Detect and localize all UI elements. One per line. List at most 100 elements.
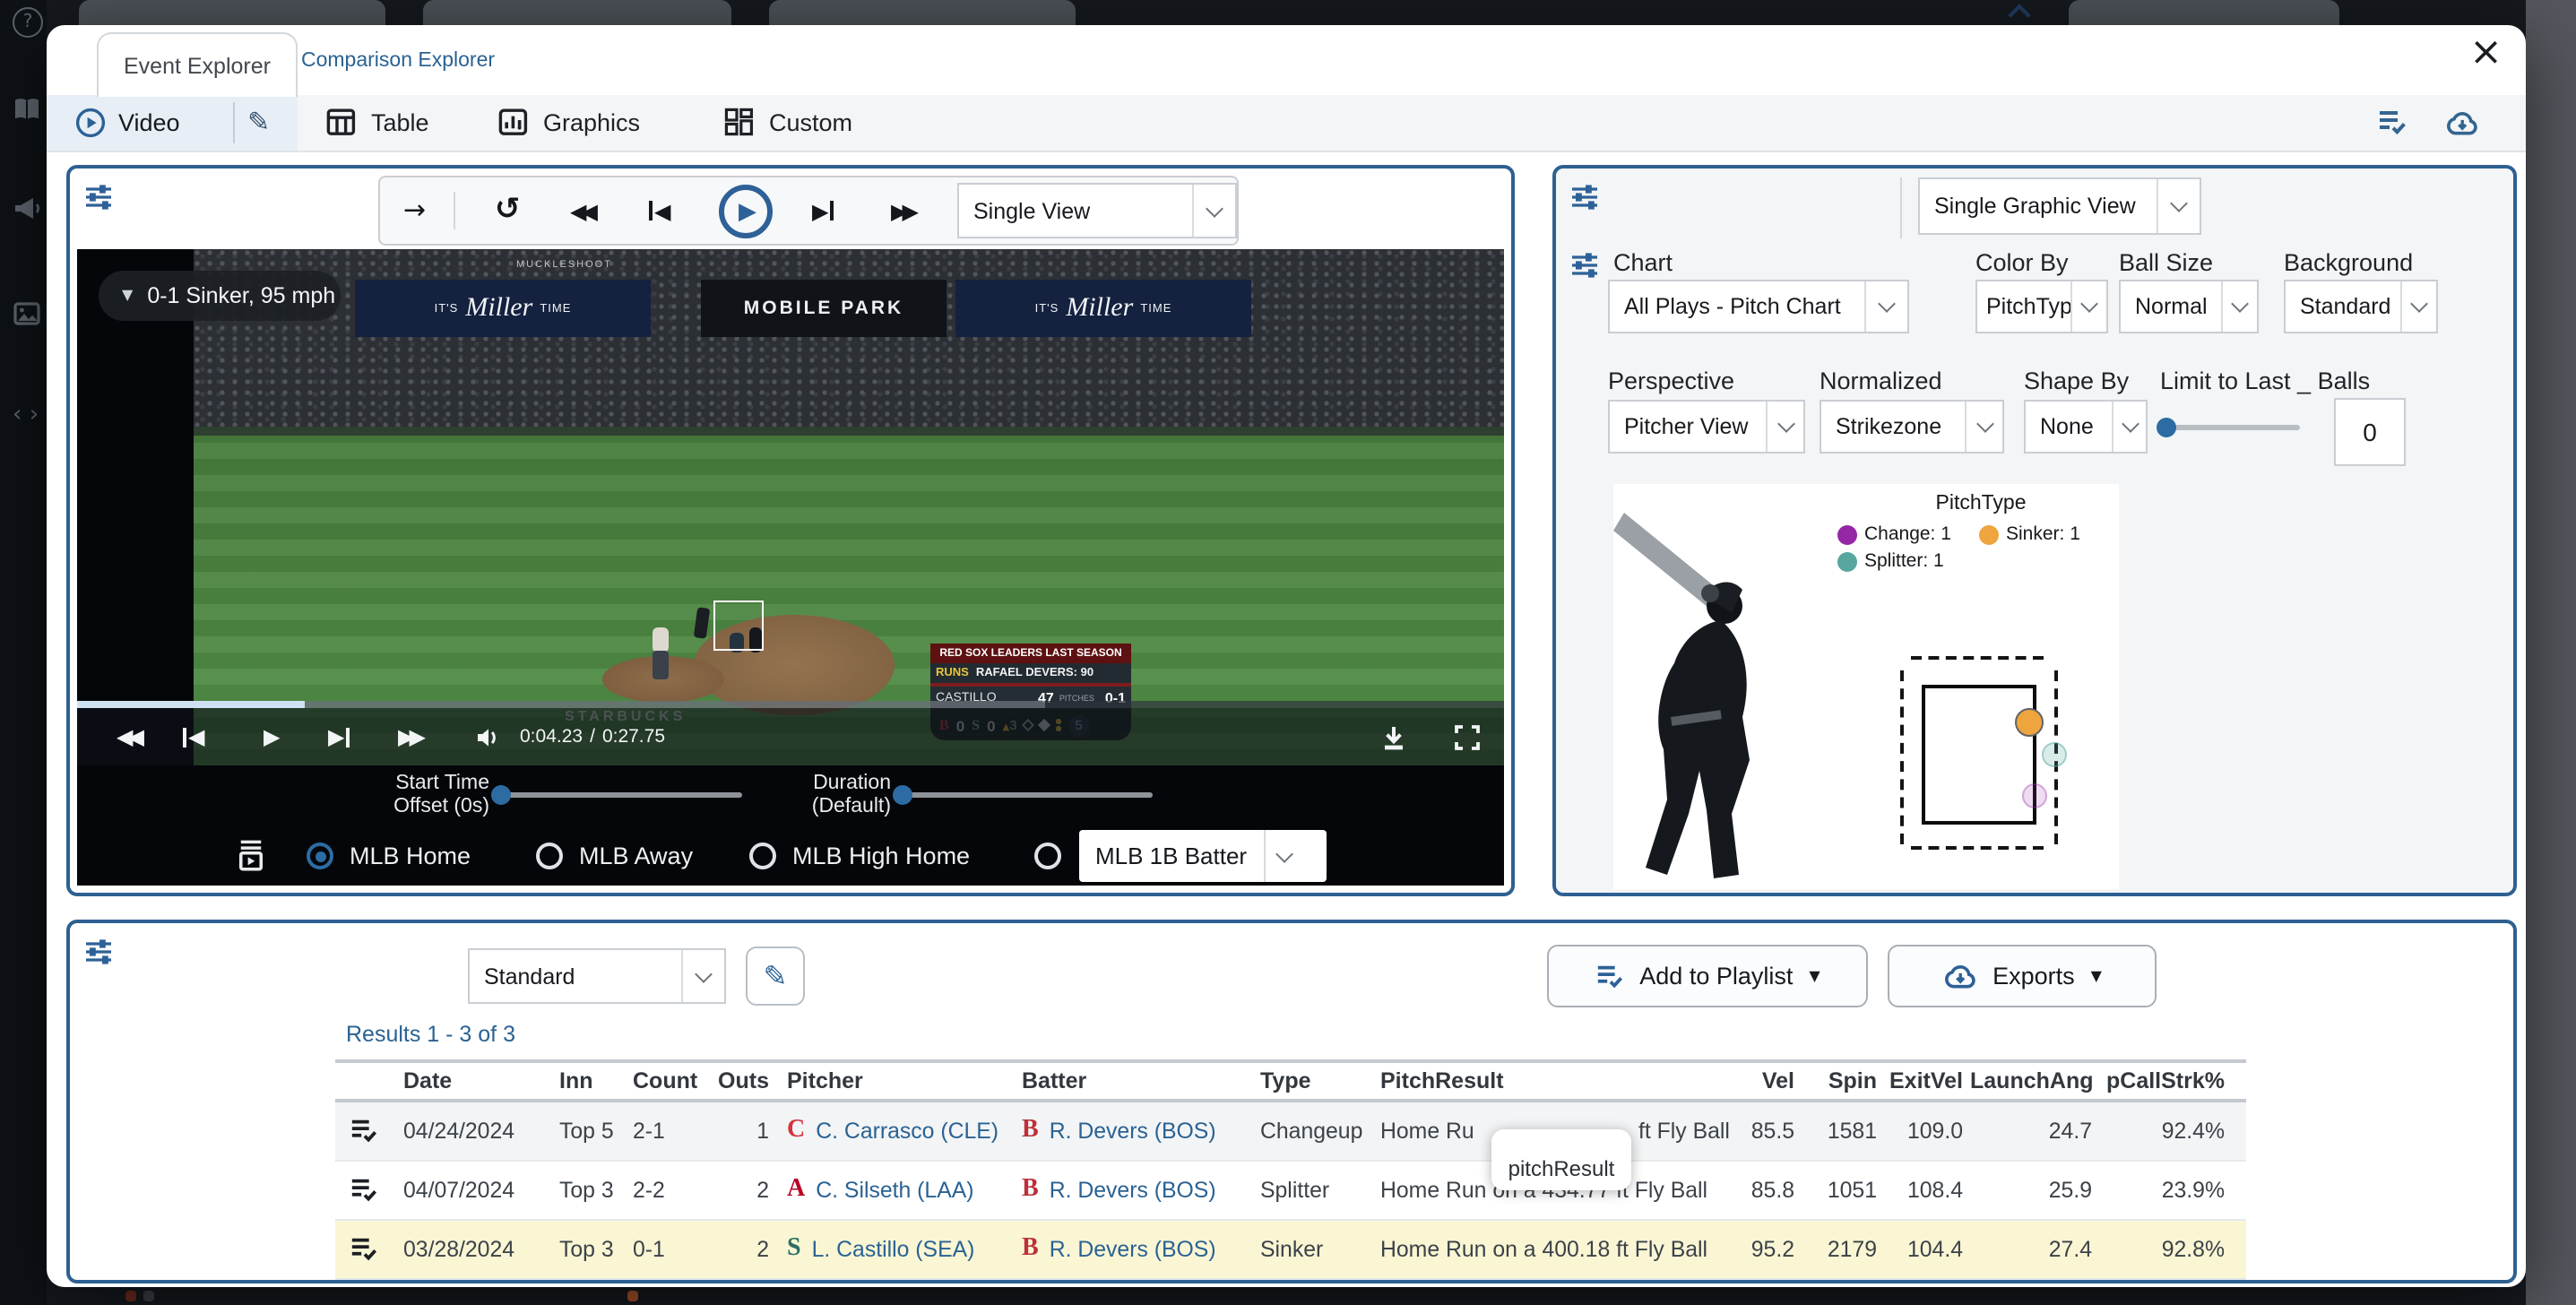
edit-pencil-icon[interactable]: ✎: [247, 109, 270, 136]
rewind-icon[interactable]: ◀◀: [117, 708, 139, 765]
radio-mlb-1b-batter[interactable]: [1034, 843, 1061, 869]
playlist-check-icon[interactable]: [2377, 95, 2407, 151]
megaphone-icon[interactable]: [13, 194, 41, 222]
book-icon[interactable]: [13, 95, 41, 124]
tab-comparison-explorer[interactable]: Comparison Explorer: [301, 50, 495, 72]
close-icon[interactable]: ×: [2469, 34, 2503, 73]
collapse-icon[interactable]: ‹ ›: [13, 403, 39, 427]
radio-mlb-high-home[interactable]: [749, 843, 776, 869]
skip-start-icon[interactable]: ◀: [183, 708, 204, 765]
video-screen[interactable]: MUCKLESHOOT IT'S Miller TIME MOBILE PARK…: [77, 249, 1504, 765]
cell-date: 03/28/2024: [403, 1221, 514, 1278]
pitcher-link[interactable]: C. Silseth (LAA): [816, 1162, 973, 1219]
exports-button[interactable]: Exports ▼: [1888, 945, 2157, 1007]
batter-link[interactable]: R. Devers (BOS): [1050, 1162, 1216, 1219]
col-vel[interactable]: Vel: [1698, 1063, 1794, 1101]
col-outs[interactable]: Outs: [687, 1063, 769, 1101]
volume-icon[interactable]: [475, 708, 502, 765]
background-select[interactable]: Standard: [2284, 280, 2438, 333]
duration-slider-thumb[interactable]: [893, 785, 912, 805]
view-mode-select[interactable]: Single View: [957, 183, 1237, 238]
col-inn[interactable]: Inn: [559, 1063, 593, 1101]
limit-input[interactable]: 0: [2334, 398, 2406, 466]
shape-by-select[interactable]: None: [2024, 400, 2148, 454]
col-type[interactable]: Type: [1260, 1063, 1311, 1101]
skip-end-icon[interactable]: ▶: [812, 177, 834, 244]
toolbar-item-video[interactable]: Video ✎: [47, 95, 298, 151]
table-row-selected[interactable]: 03/28/2024 Top 3 0-1 2 SL. Castillo (SEA…: [335, 1221, 2246, 1280]
images-icon[interactable]: [13, 299, 41, 328]
playlist-check-icon[interactable]: [350, 1235, 378, 1264]
queue-icon[interactable]: [235, 839, 267, 871]
total-duration: 0:27.75: [602, 726, 665, 748]
start-time-slider-thumb[interactable]: [491, 785, 511, 805]
toolbar-item-custom[interactable]: Custom: [724, 95, 852, 151]
play-icon[interactable]: ▶: [264, 708, 280, 765]
tab-event-explorer[interactable]: Event Explorer: [97, 32, 298, 97]
col-pcallstrk[interactable]: pCallStrk%: [2099, 1063, 2225, 1101]
table-row[interactable]: 04/24/2024 Top 5 2-1 1 CC. Carrasco (CLE…: [335, 1102, 2246, 1162]
table-row[interactable]: 04/07/2024 Top 3 2-2 2 AC. Silseth (LAA)…: [335, 1162, 2246, 1221]
col-pitchresult[interactable]: PitchResult: [1380, 1063, 1504, 1101]
skip-end-icon[interactable]: ▶: [328, 708, 350, 765]
batter-link[interactable]: R. Devers (BOS): [1050, 1221, 1216, 1278]
limit-slider-thumb[interactable]: [2157, 418, 2176, 437]
col-spin[interactable]: Spin: [1805, 1063, 1877, 1101]
limit-slider[interactable]: [2164, 425, 2300, 430]
normalized-select[interactable]: Strikezone: [1820, 400, 2004, 454]
results-summary[interactable]: Results 1 - 3 of 3: [346, 1022, 515, 1047]
perspective-select[interactable]: Pitcher View: [1608, 400, 1805, 454]
radio-mlb-away[interactable]: [536, 843, 563, 869]
col-exitvel[interactable]: ExitVel: [1880, 1063, 1963, 1101]
graphic-view-sliders-icon[interactable]: [1570, 183, 1599, 212]
radio-mlb-home[interactable]: [307, 843, 333, 869]
fast-forward-icon[interactable]: ▶▶: [891, 177, 913, 244]
cloud-download-icon[interactable]: [2445, 95, 2479, 151]
play-icon[interactable]: ▶: [719, 185, 773, 238]
table-preset-select[interactable]: Standard: [468, 948, 726, 1004]
cell-launchang: 24.7: [1970, 1102, 2092, 1160]
legend-label-splitter: Splitter: 1: [1864, 550, 1944, 572]
col-launchang[interactable]: LaunchAng: [1970, 1063, 2092, 1101]
ball-size-select[interactable]: Normal: [2119, 280, 2259, 333]
cell-spin: 2179: [1805, 1221, 1877, 1278]
add-to-playlist-button[interactable]: Add to Playlist ▼: [1547, 945, 1868, 1007]
progress-played[interactable]: [77, 701, 305, 707]
pitch-select-pill[interactable]: ▼ 0-1 Sinker, 95 mph: [99, 271, 341, 321]
download-icon[interactable]: [1380, 708, 1407, 765]
jump-forward-icon[interactable]: →: [403, 177, 426, 244]
toolbar-item-graphics[interactable]: Graphics: [498, 95, 640, 151]
team-logo-laa: A: [787, 1178, 805, 1203]
toolbar-item-table[interactable]: Table: [326, 95, 429, 151]
fullscreen-icon[interactable]: [1454, 708, 1481, 765]
graphic-view-select[interactable]: Single Graphic View: [1918, 177, 2201, 235]
batter-link[interactable]: R. Devers (BOS): [1050, 1102, 1216, 1160]
pitcher-link[interactable]: L. Castillo (SEA): [812, 1221, 975, 1278]
help-icon[interactable]: ?: [13, 7, 43, 38]
start-time-slider[interactable]: [500, 792, 742, 798]
pitch-dot-change[interactable]: [2022, 783, 2047, 808]
playlist-check-icon[interactable]: [350, 1176, 378, 1205]
chart-select[interactable]: All Plays - Pitch Chart: [1608, 280, 1909, 333]
col-pitcher[interactable]: Pitcher: [787, 1063, 863, 1101]
rewind-icon[interactable]: ◀◀: [570, 177, 592, 244]
video-settings-sliders-icon[interactable]: [84, 183, 113, 212]
replay-icon[interactable]: ↺: [495, 177, 521, 244]
pitch-dot-splitter[interactable]: [2042, 742, 2067, 767]
progress-buffered[interactable]: [305, 701, 1045, 707]
progress-track[interactable]: [1045, 701, 1504, 707]
fast-forward-icon[interactable]: ▶▶: [398, 708, 420, 765]
color-by-select[interactable]: PitchType: [1975, 280, 2108, 333]
camera-angle-select[interactable]: MLB 1B Batter: [1079, 830, 1327, 882]
playlist-check-icon[interactable]: [350, 1117, 378, 1145]
col-date[interactable]: Date: [403, 1063, 452, 1101]
chart-settings-sliders-icon[interactable]: [1570, 251, 1599, 280]
skip-start-icon[interactable]: ◀: [649, 177, 670, 244]
cell-exitvel: 109.0: [1880, 1102, 1963, 1160]
pitcher-link[interactable]: C. Carrasco (CLE): [816, 1102, 998, 1160]
col-batter[interactable]: Batter: [1022, 1063, 1086, 1101]
pitch-dot-sinker[interactable]: [2015, 708, 2044, 737]
results-settings-sliders-icon[interactable]: [84, 938, 113, 966]
duration-slider[interactable]: [902, 792, 1153, 798]
edit-preset-button[interactable]: ✎: [746, 946, 805, 1006]
